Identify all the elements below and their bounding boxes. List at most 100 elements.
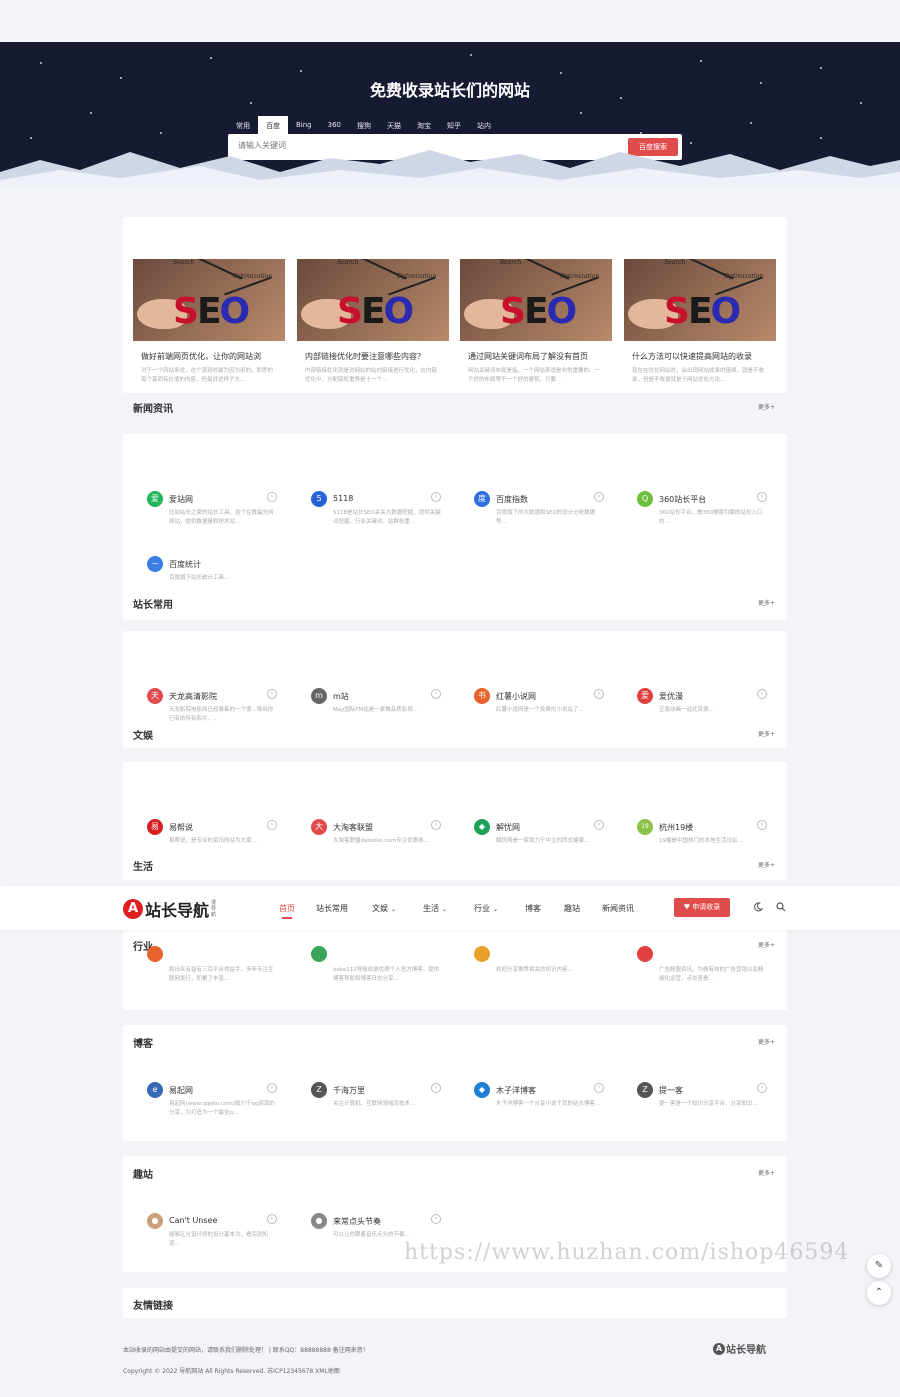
news-title[interactable]: 通过网站关键词布局了解没有首页 (460, 351, 612, 362)
site-name[interactable]: 解忧网 (496, 822, 520, 833)
site-name[interactable]: 易帮说 (169, 822, 193, 833)
search-tab-360[interactable]: 360 (320, 116, 349, 134)
site-name[interactable]: 百度指数 (496, 494, 528, 505)
chevron-right-icon[interactable]: › (594, 1083, 604, 1093)
chevron-right-icon[interactable]: › (267, 492, 277, 502)
site-name[interactable]: 杭州19楼 (659, 822, 693, 833)
site-item[interactable]: 19 杭州19楼 › 19楼是中国热门的本地生活论坛... (637, 819, 767, 859)
news-title[interactable]: 什么方法可以快速提高网站的收录 (624, 351, 776, 362)
site-name[interactable]: 提一客 (659, 1085, 683, 1096)
chevron-right-icon[interactable]: › (431, 820, 441, 830)
nav-news[interactable]: 新闻资讯 (602, 903, 634, 914)
footer-logo[interactable]: A 站长导航 (713, 1341, 766, 1356)
edit-icon[interactable]: ✎ (867, 1254, 891, 1278)
nav-fun[interactable]: 趣站 (564, 903, 580, 914)
more-link-blog[interactable]: 更多+ (758, 1037, 775, 1046)
chevron-right-icon[interactable]: › (594, 689, 604, 699)
site-item[interactable]: Z 提一客 › 提一客是一个知识分享平台，分享知识... (637, 1082, 767, 1122)
site-name[interactable]: 5118 (333, 494, 353, 503)
search-tab-sogou[interactable]: 搜狗 (349, 116, 379, 134)
site-name[interactable]: 天龙高清影院 (169, 691, 217, 702)
chevron-right-icon[interactable]: › (757, 492, 767, 502)
site-item[interactable]: ◆ 解忧网 › 解忧网是一家致力于中立的西式健康... (474, 819, 604, 859)
news-title[interactable]: 内部链接优化时要注意哪些内容？ (297, 351, 449, 362)
search-icon[interactable] (776, 902, 786, 912)
nav-home[interactable]: 首页 (279, 903, 295, 919)
news-item[interactable]: Search Optimization SEO 内部链接优化时要注意哪些内容？ … (297, 259, 449, 385)
site-item[interactable]: ● Can't Unsee › 能够区分设计师的设计基本功，看完就知道... (147, 1213, 277, 1253)
site-item[interactable]: 5 5118 › 5118是站长SEO关关大数据挖掘，提供关键词挖掘，行业关键词… (311, 491, 441, 531)
more-link-industry[interactable]: 更多+ (758, 940, 775, 949)
search-tab-site[interactable]: 站内 (469, 116, 499, 134)
apply-listing-button[interactable]: ♥ 申请收录 (674, 898, 730, 917)
chevron-right-icon[interactable]: › (267, 1083, 277, 1093)
nav-entertainment[interactable]: 文娱 ⌄ (372, 903, 396, 914)
site-item[interactable]: 和出众有益有三百平台得益手、多年专注互联网发行，积累了丰富... (147, 946, 277, 992)
site-item[interactable]: e 易起网 › 易起网(www.qqeku.com)致力于qq资源的分享，为打造… (147, 1082, 277, 1122)
news-item[interactable]: Search Optimization SEO 什么方法可以快速提高网站的收录 … (624, 259, 776, 385)
site-item[interactable]: Q 360站长平台 › 360站长平台，做360搜索引擎的站长入口的... (637, 491, 767, 531)
chevron-right-icon[interactable]: › (431, 492, 441, 502)
chevron-right-icon[interactable]: › (594, 492, 604, 502)
search-tab-common[interactable]: 常用 (228, 116, 258, 134)
site-logo[interactable]: A 站长导航 漫导航 (123, 897, 217, 921)
more-link-tools[interactable]: 更多+ (758, 598, 775, 607)
chevron-right-icon[interactable]: › (757, 1083, 767, 1093)
site-name[interactable]: 来常点头节奏 (333, 1216, 381, 1227)
site-name[interactable]: Can't Unsee (169, 1216, 217, 1225)
site-name[interactable]: 红薯小说网 (496, 691, 536, 702)
site-item[interactable]: 书 红薯小说网 › 红薯小说网是一个免费的小说站了... (474, 688, 604, 728)
back-to-top-icon[interactable]: ⌃ (867, 1281, 891, 1305)
search-tab-tmall[interactable]: 天猫 (379, 116, 409, 134)
site-name[interactable]: 大淘客联盟 (333, 822, 373, 833)
nav-tools[interactable]: 站长常用 (316, 903, 348, 914)
site-name[interactable]: 百度统计 (169, 559, 201, 570)
more-link-fun[interactable]: 更多+ (758, 1168, 775, 1177)
chevron-right-icon[interactable]: › (267, 1214, 277, 1224)
chevron-right-icon[interactable]: › (267, 820, 277, 830)
chevron-right-icon[interactable]: › (267, 689, 277, 699)
site-name[interactable]: 爱优漫 (659, 691, 683, 702)
site-item[interactable]: 天 天龙高清影院 › 天龙影院电影网已经聚集的一个很...导出你已有的所有影片，… (147, 688, 277, 728)
site-item[interactable]: 度 百度指数 › 百度旗下的大数据和SEO的设计分析数据等... (474, 491, 604, 531)
chevron-right-icon[interactable]: › (757, 820, 767, 830)
site-name[interactable]: 爱站网 (169, 494, 193, 505)
nav-life[interactable]: 生活 ⌄ (423, 903, 447, 914)
site-item[interactable]: 欢迎分享推荐相关的知识内容... (474, 946, 604, 992)
site-name[interactable]: 千海万里 (333, 1085, 365, 1096)
site-item[interactable]: 爱 爱优漫 › 正版动画一站式资源... (637, 688, 767, 728)
site-name[interactable]: 木子洋博客 (496, 1085, 536, 1096)
chevron-right-icon[interactable]: › (431, 1083, 441, 1093)
site-item[interactable]: 易 易帮说 › 易帮说，是专业的资讯网站为大家... (147, 819, 277, 859)
search-tab-baidu[interactable]: 百度 (258, 116, 288, 134)
site-name[interactable]: m站 (333, 691, 349, 702)
chevron-right-icon[interactable]: › (757, 689, 767, 699)
site-name[interactable]: 360站长平台 (659, 494, 706, 505)
nav-blog[interactable]: 博客 (525, 903, 541, 914)
more-link-entertainment[interactable]: 更多+ (758, 729, 775, 738)
news-title[interactable]: 做好前端网页优化，让你的网站浏 (133, 351, 285, 362)
more-link-life[interactable]: 更多+ (758, 860, 775, 869)
site-item[interactable]: boke112导航收录优质个人官方博客，提供博客导航和博客日志分享... (311, 946, 441, 992)
search-tab-taobao[interactable]: 淘宝 (409, 116, 439, 134)
search-tab-bing[interactable]: Bing (288, 116, 320, 134)
site-name[interactable]: 易起网 (169, 1085, 193, 1096)
moon-icon[interactable] (753, 902, 763, 912)
chevron-right-icon[interactable]: › (594, 820, 604, 830)
industry-2-icon (311, 946, 327, 962)
site-item[interactable]: Z 千海万里 › 关注计算机、互联网领域及技术... (311, 1082, 441, 1122)
site-item[interactable]: 广告联盟资讯，为做有效的广告营销以及精细化运营，点击查看... (637, 946, 767, 992)
site-item[interactable]: 大 大淘客联盟 › 大淘客联盟dataoke.com专注优惠券... (311, 819, 441, 859)
site-desc: 能够区分设计师的设计基本功，看完就知道... (169, 1232, 269, 1247)
site-item[interactable]: 爱 爱站网 › 比如站长之家的站长工具，这个在算最先网络站，提供数据量和技术站.… (147, 491, 277, 531)
chevron-right-icon[interactable]: › (431, 1214, 441, 1224)
nav-industry[interactable]: 行业 ⌄ (474, 903, 498, 914)
more-link-news[interactable]: 更多+ (758, 402, 775, 411)
site-item[interactable]: ~ 百度统计 百度旗下站长统计工具... (147, 556, 277, 596)
news-item[interactable]: Search Optimization SEO 做好前端网页优化，让你的网站浏 … (133, 259, 285, 385)
site-item[interactable]: m m站 › May国际FM站是一家做品质影视... (311, 688, 441, 728)
site-item[interactable]: ◆ 木子洋博客 › 木子洋博客一个分享小说干货的站长博客... (474, 1082, 604, 1122)
news-item[interactable]: Search Optimization SEO 通过网站关键词布局了解没有首页 … (460, 259, 612, 385)
search-tab-zhihu[interactable]: 知乎 (439, 116, 469, 134)
chevron-right-icon[interactable]: › (431, 689, 441, 699)
